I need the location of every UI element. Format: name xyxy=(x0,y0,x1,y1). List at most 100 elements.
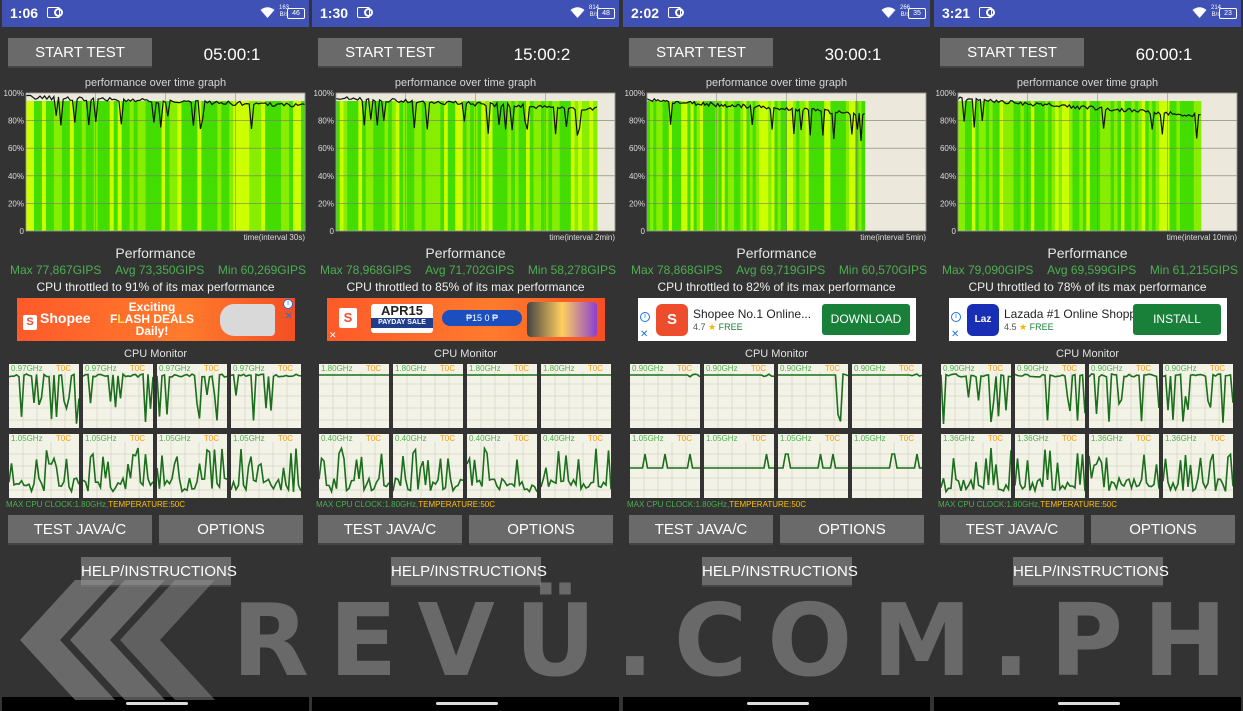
cpu-usage-line xyxy=(157,448,227,494)
core-frequency: 0.90GHz xyxy=(632,364,664,373)
ad-choices-icon[interactable]: i xyxy=(283,299,293,309)
cpu-core-5: 1.05GHz T0C xyxy=(704,434,774,498)
battery-icon: 46 xyxy=(287,8,305,19)
cpu-core-5: 0.40GHz T0C xyxy=(393,434,463,498)
options-button[interactable]: OPTIONS xyxy=(1091,515,1235,545)
cpu-core-0: 0.90GHz T0C xyxy=(941,364,1011,428)
cpu-core-graph xyxy=(778,372,848,428)
performance-graph: 100% 80% 60% 40% 20% 0 time(interval 30s) xyxy=(2,90,309,242)
core-frequency: 1.05GHz xyxy=(854,434,886,443)
ad-cta-button[interactable]: DOWNLOAD xyxy=(822,304,910,335)
core-frequency: 1.36GHz xyxy=(1091,434,1123,443)
cpu-core-graph xyxy=(941,372,1011,428)
status-bar: 1:06 163 B/s 46 xyxy=(2,0,309,27)
ad-promo-pill: ₱15 0 ₱ xyxy=(442,310,522,326)
status-bar: 1:30 814 B/s 48 xyxy=(312,0,619,27)
test-java-c-button[interactable]: TEST JAVA/C xyxy=(940,515,1084,545)
cpu-core-graph xyxy=(630,442,700,498)
home-gesture-pill[interactable] xyxy=(1058,702,1120,705)
cpu-core-6: 1.36GHz T0C xyxy=(1089,434,1159,498)
y-tick-label: 40% xyxy=(318,172,334,181)
cpu-core-7: 0.40GHz T0C xyxy=(541,434,611,498)
start-test-button[interactable]: START TEST xyxy=(629,38,773,68)
core-frequency: 0.90GHz xyxy=(706,364,738,373)
cpu-usage-line xyxy=(852,373,922,378)
start-test-button[interactable]: START TEST xyxy=(318,38,462,68)
ad-promo-badge: APR15 PAYDAY SALE xyxy=(371,304,433,333)
core-frequency: 0.40GHz xyxy=(395,434,427,443)
cpu-usage-line xyxy=(1015,449,1085,494)
performance-stats: Max 78,968GIPS Avg 71,702GIPS Min 58,278GI… xyxy=(320,263,616,277)
y-tick-label: 100% xyxy=(314,90,334,98)
ad-close-icon[interactable]: ✕ xyxy=(285,311,293,322)
ad-close-icon[interactable]: ✕ xyxy=(640,330,648,340)
ad-close-icon[interactable]: ✕ xyxy=(951,330,959,340)
start-test-button[interactable]: START TEST xyxy=(940,38,1084,68)
home-gesture-pill[interactable] xyxy=(436,702,498,705)
cpu-core-graph xyxy=(541,442,611,498)
core-frequency: 1.05GHz xyxy=(706,434,738,443)
test-timer: 15:00:2 xyxy=(513,45,571,64)
help-instructions-button[interactable]: HELP/INSTRUCTIONS xyxy=(81,557,237,587)
ad-banner[interactable]: S APR15 PAYDAY SALE ₱15 0 ₱ ✕ xyxy=(327,298,605,341)
test-timer: 30:00:1 xyxy=(824,45,882,64)
cpu-core-graph xyxy=(231,442,301,498)
cpu-core-4: 1.05GHz T0C xyxy=(630,434,700,498)
stat-min: Min 61,215GIPS xyxy=(1149,263,1238,277)
cpu-core-graph xyxy=(630,372,700,428)
test-timer: 05:00:1 xyxy=(203,45,261,64)
y-tick-label: 40% xyxy=(629,172,645,181)
max-cpu-clock: MAX CPU CLOCK:1.80GHz, xyxy=(938,500,1041,509)
max-cpu-clock: MAX CPU CLOCK:1.80GHz, xyxy=(316,500,419,509)
core-frequency: 0.90GHz xyxy=(1165,364,1197,373)
cpu-core-graph xyxy=(704,372,774,428)
cpu-core-0: 0.97GHz T0C xyxy=(9,364,79,428)
price-label: FREE xyxy=(718,322,743,332)
help-instructions-button[interactable]: HELP/INSTRUCTIONS xyxy=(391,557,547,587)
cpu-core-3: 0.90GHz T0C xyxy=(1163,364,1233,428)
ad-info-icon[interactable]: i xyxy=(640,312,650,322)
ad-app-install[interactable]: i ✕ Laz Lazada #1 Online Shopping... 4.5 ★ F… xyxy=(949,298,1227,341)
stat-avg: Avg 73,350GIPS xyxy=(115,263,205,277)
cpu-core-1: 0.90GHz T0C xyxy=(704,364,774,428)
core-temperature: T0C xyxy=(587,434,603,443)
y-tick-label: 100% xyxy=(625,90,645,98)
ad-info-icon[interactable]: i xyxy=(951,312,961,322)
test-java-c-button[interactable]: TEST JAVA/C xyxy=(629,515,773,545)
ad-cta-button[interactable]: INSTALL xyxy=(1133,304,1221,335)
core-temperature: T0C xyxy=(587,364,603,373)
test-java-c-button[interactable]: TEST JAVA/C xyxy=(318,515,462,545)
stat-min: Min 60,570GIPS xyxy=(838,263,927,277)
cpu-core-2: 0.97GHz T0C xyxy=(157,364,227,428)
y-tick-label: 0 xyxy=(952,227,957,236)
navigation-bar xyxy=(623,697,930,711)
ad-headline: Exciting FLASH DEALS Daily! xyxy=(77,301,227,337)
core-temperature: T0C xyxy=(129,434,145,443)
options-button[interactable]: OPTIONS xyxy=(469,515,613,545)
test-java-c-button[interactable]: TEST JAVA/C xyxy=(8,515,152,545)
options-button[interactable]: OPTIONS xyxy=(780,515,924,545)
core-temperature: T0C xyxy=(277,364,293,373)
cpu-core-3: 0.90GHz T0C xyxy=(852,364,922,428)
navigation-bar xyxy=(312,697,619,711)
help-instructions-button[interactable]: HELP/INSTRUCTIONS xyxy=(702,557,858,587)
cpu-usage-line xyxy=(9,373,79,424)
start-test-button[interactable]: START TEST xyxy=(8,38,152,68)
cpu-usage-line xyxy=(1089,454,1159,492)
cpu-core-graph xyxy=(83,442,153,498)
status-time: 1:06 xyxy=(10,5,39,21)
core-temperature: T0C xyxy=(203,434,219,443)
cpu-core-7: 1.05GHz T0C xyxy=(852,434,922,498)
home-gesture-pill[interactable] xyxy=(126,702,188,705)
options-button[interactable]: OPTIONS xyxy=(159,515,303,545)
help-instructions-button[interactable]: HELP/INSTRUCTIONS xyxy=(1013,557,1169,587)
ad-close-icon[interactable]: ✕ xyxy=(329,330,337,341)
cpu-usage-line xyxy=(83,447,153,493)
home-gesture-pill[interactable] xyxy=(747,702,809,705)
ad-app-install[interactable]: i ✕ S Shopee No.1 Online... 4.7 ★ FREE DOWNLO… xyxy=(638,298,916,341)
screens-container: 1:06 163 B/s 46 START TEST 05:00:1 performance… xyxy=(0,0,1243,711)
cpu-core-2: 0.90GHz T0C xyxy=(778,364,848,428)
stat-max: Max 78,868GIPS xyxy=(631,263,723,277)
core-temperature: T0C xyxy=(365,434,381,443)
ad-banner[interactable]: S Shopee Exciting FLASH DEALS Daily! i ✕ xyxy=(17,298,295,341)
